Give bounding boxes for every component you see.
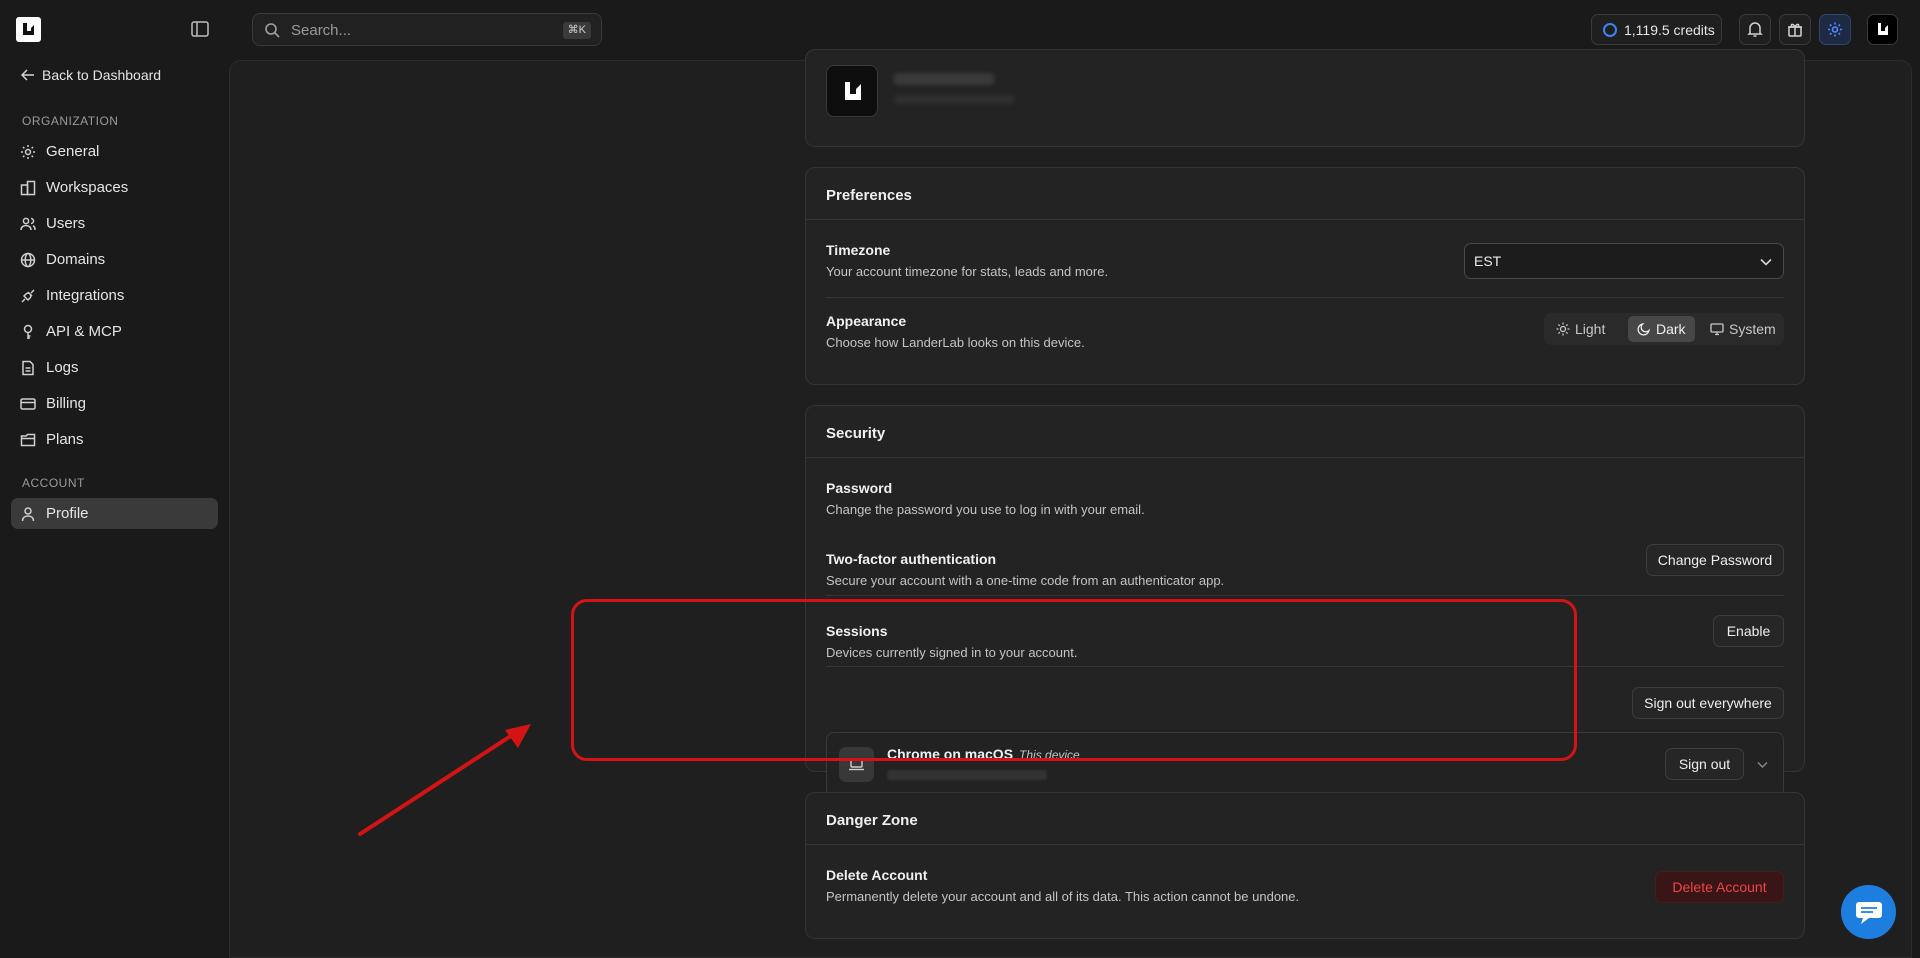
profile-card — [805, 49, 1805, 147]
profile-avatar — [826, 65, 878, 117]
highlight-box — [571, 599, 1577, 761]
chat-icon — [1856, 902, 1882, 924]
appearance-light-label: Light — [1575, 321, 1606, 337]
card-icon — [20, 397, 36, 410]
back-to-dashboard-link[interactable]: Back to Dashboard — [21, 67, 161, 83]
sidebar-item-integrations[interactable]: Integrations — [11, 280, 218, 311]
logs-icon — [22, 360, 34, 375]
arrow-left-icon — [21, 69, 35, 81]
users-icon — [20, 217, 36, 230]
sidebar-item-label: Plans — [46, 431, 84, 448]
sidebar-item-logs[interactable]: Logs — [11, 352, 218, 383]
divider — [826, 595, 1784, 596]
chat-widget-button[interactable] — [1841, 885, 1896, 939]
preferences-title: Preferences — [806, 168, 1804, 220]
sidebar-item-domains[interactable]: Domains — [11, 244, 218, 275]
appearance-option-dark[interactable]: Dark — [1628, 316, 1695, 342]
annotation-arrow — [358, 724, 531, 836]
appearance-dark-label: Dark — [1656, 321, 1686, 337]
section-label-organization: ORGANIZATION — [22, 114, 119, 128]
sidebar-item-workspaces[interactable]: Workspaces — [11, 172, 218, 203]
password-desc: Change the password you use to log in wi… — [826, 502, 1145, 517]
chevron-down-icon[interactable] — [1756, 758, 1769, 771]
session-meta-redacted — [887, 770, 1047, 780]
twofa-desc: Secure your account with a one-time code… — [826, 573, 1225, 588]
delete-account-desc: Permanently delete your account and all … — [826, 889, 1300, 904]
sidebar-item-label: Billing — [46, 395, 87, 412]
gear-icon — [21, 144, 35, 159]
search-input[interactable]: Search... ⌘K — [252, 13, 602, 46]
sidebar-item-profile[interactable]: Profile — [11, 498, 218, 529]
divider — [826, 297, 1784, 298]
section-label-account: ACCOUNT — [22, 476, 85, 490]
globe-icon — [20, 252, 36, 267]
search-icon — [264, 22, 280, 38]
sidebar-item-users[interactable]: Users — [11, 208, 218, 239]
preferences-card: Preferences Timezone Your account timezo… — [805, 167, 1805, 385]
delete-account-title: Delete Account — [826, 867, 928, 883]
password-row: Password Change the password you use to … — [826, 480, 1784, 517]
credits-badge[interactable]: 1,119.5 credits — [1591, 14, 1722, 45]
sidebar-toggle-icon[interactable] — [191, 21, 209, 37]
sidebar-item-label: Integrations — [46, 287, 125, 304]
sun-icon — [1556, 322, 1570, 336]
gift-button[interactable] — [1779, 14, 1811, 45]
sign-out-everywhere-button[interactable]: Sign out everywhere — [1632, 687, 1784, 719]
twofa-title: Two-factor authentication — [826, 551, 997, 567]
sidebar-item-label: Logs — [46, 359, 79, 376]
workspaces-icon — [20, 180, 36, 195]
search-shortcut: ⌘K — [562, 22, 591, 39]
appearance-toggle: Light Dark System — [1544, 313, 1784, 345]
delete-account-button[interactable]: Delete Account — [1655, 871, 1784, 903]
sidebar-item-label: Users — [46, 215, 86, 232]
plans-icon — [20, 433, 36, 446]
twofa-row: Two-factor authentication Secure your ac… — [826, 551, 1784, 588]
appearance-system-label: System — [1729, 321, 1776, 337]
sidebar-item-label: General — [46, 143, 100, 160]
appearance-option-light[interactable]: Light — [1547, 316, 1614, 342]
sidebar-item-plans[interactable]: Plans — [11, 424, 218, 455]
search-placeholder: Search... — [291, 22, 352, 39]
credits-label: 1,119.5 credits — [1624, 22, 1715, 38]
chevron-down-icon — [1759, 255, 1773, 269]
sidebar-item-label: Workspaces — [46, 179, 129, 196]
profile-email-redacted — [894, 95, 1014, 104]
moon-icon — [1637, 322, 1651, 336]
sidebar-item-label: Profile — [46, 505, 89, 522]
sidebar-item-general[interactable]: General — [11, 136, 218, 167]
sidebar-item-label: API & MCP — [46, 323, 122, 340]
back-label: Back to Dashboard — [42, 67, 162, 83]
sidebar: Back to Dashboard ORGANIZATION General W… — [0, 60, 230, 958]
password-title: Password — [826, 480, 893, 496]
credits-ring-icon — [1603, 23, 1617, 37]
danger-zone-card: Danger Zone Delete Account Permanently d… — [805, 792, 1805, 939]
logo[interactable] — [16, 17, 41, 42]
timezone-select[interactable]: EST — [1464, 243, 1784, 279]
delete-account-row: Delete Account Permanently delete your a… — [826, 867, 1784, 904]
sidebar-item-label: Domains — [46, 251, 106, 268]
danger-zone-title: Danger Zone — [806, 793, 1804, 845]
notifications-button[interactable] — [1739, 14, 1771, 45]
appearance-option-system[interactable]: System — [1701, 316, 1785, 342]
profile-name-redacted — [894, 73, 994, 85]
plug-icon — [21, 288, 35, 303]
security-title: Security — [806, 406, 1804, 458]
settings-button[interactable] — [1819, 14, 1851, 45]
user-icon — [21, 506, 35, 521]
avatar[interactable] — [1867, 14, 1898, 45]
timezone-value: EST — [1474, 253, 1502, 269]
monitor-icon — [1710, 323, 1724, 336]
sign-out-button[interactable]: Sign out — [1665, 748, 1744, 780]
sidebar-item-billing[interactable]: Billing — [11, 388, 218, 419]
key-icon — [23, 324, 33, 339]
sidebar-item-api-mcp[interactable]: API & MCP — [11, 316, 218, 347]
